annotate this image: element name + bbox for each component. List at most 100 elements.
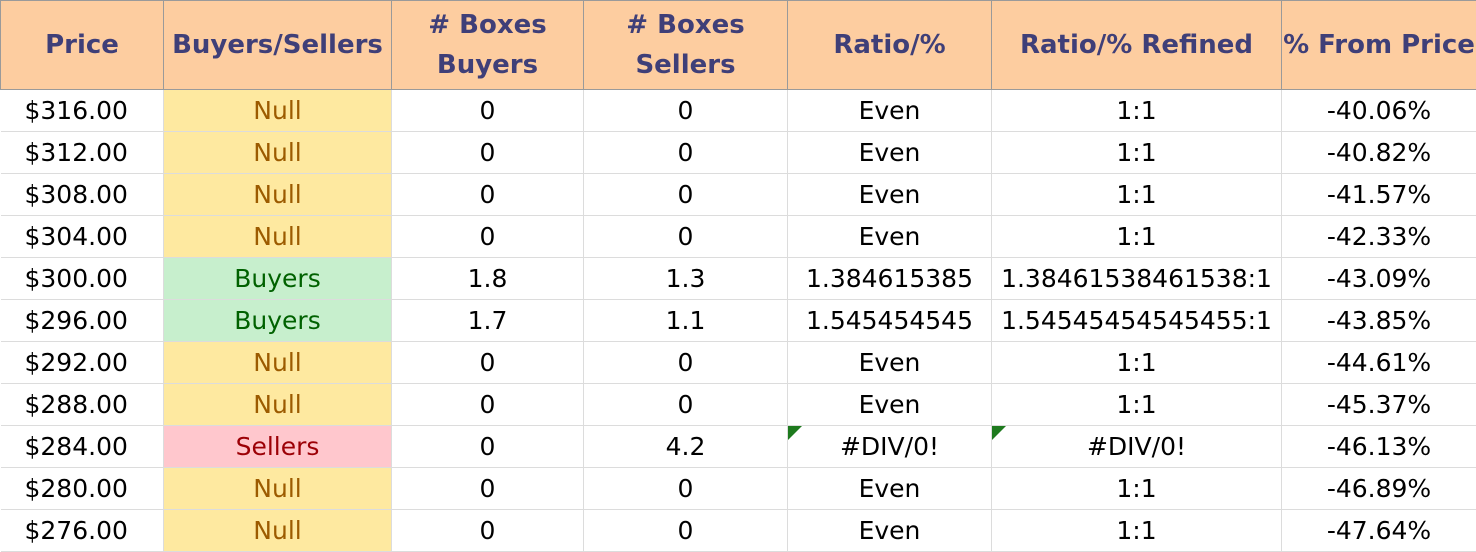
price-cell[interactable]: $292.00 (1, 342, 164, 384)
price-cell[interactable]: $288.00 (1, 384, 164, 426)
boxes-buyers-cell[interactable]: 0 (392, 216, 584, 258)
price-cell-value: $288.00 (25, 390, 128, 419)
status-cell[interactable]: Null (164, 174, 392, 216)
ratio-cell-value: 1.545454545 (806, 306, 973, 335)
boxes-buyers-cell[interactable]: 0 (392, 174, 584, 216)
price-cell[interactable]: $280.00 (1, 468, 164, 510)
price-cell[interactable]: $284.00 (1, 426, 164, 468)
from-price-cell[interactable]: -44.61% (1282, 342, 1476, 384)
status-cell[interactable]: Null (164, 342, 392, 384)
boxes-buyers-cell[interactable]: 0 (392, 342, 584, 384)
ratio-refined-cell[interactable]: 1:1 (992, 510, 1282, 552)
ratio-cell-value: Even (859, 516, 921, 545)
boxes-buyers-cell[interactable]: 1.8 (392, 258, 584, 300)
ratio-cell[interactable]: Even (788, 510, 992, 552)
status-cell[interactable]: Null (164, 90, 392, 132)
boxes-buyers-cell[interactable]: 0 (392, 510, 584, 552)
price-cell-value: $300.00 (25, 264, 128, 293)
boxes-sellers-cell[interactable]: 1.3 (584, 258, 788, 300)
status-cell[interactable]: Null (164, 132, 392, 174)
price-cell[interactable]: $304.00 (1, 216, 164, 258)
ratio-cell[interactable]: Even (788, 132, 992, 174)
header-boxes-sellers[interactable]: # Boxes Sellers (584, 1, 788, 90)
price-cell[interactable]: $276.00 (1, 510, 164, 552)
from-price-cell[interactable]: -40.82% (1282, 132, 1476, 174)
ratio-refined-cell[interactable]: #DIV/0! (992, 426, 1282, 468)
ratio-refined-cell-value: 1.54545454545455:1 (1001, 306, 1272, 335)
from-price-cell[interactable]: -43.85% (1282, 300, 1476, 342)
boxes-buyers-cell[interactable]: 0 (392, 90, 584, 132)
ratio-refined-cell[interactable]: 1:1 (992, 342, 1282, 384)
from-price-cell[interactable]: -47.64% (1282, 510, 1476, 552)
ratio-refined-cell[interactable]: 1:1 (992, 216, 1282, 258)
boxes-sellers-cell[interactable]: 0 (584, 510, 788, 552)
boxes-sellers-cell[interactable]: 0 (584, 216, 788, 258)
boxes-sellers-cell[interactable]: 4.2 (584, 426, 788, 468)
boxes-sellers-cell[interactable]: 0 (584, 90, 788, 132)
from-price-cell[interactable]: -41.57% (1282, 174, 1476, 216)
boxes-buyers-cell[interactable]: 0 (392, 468, 584, 510)
boxes-buyers-cell[interactable]: 1.7 (392, 300, 584, 342)
from-price-cell[interactable]: -43.09% (1282, 258, 1476, 300)
ratio-refined-cell[interactable]: 1:1 (992, 174, 1282, 216)
ratio-cell[interactable]: Even (788, 216, 992, 258)
ratio-cell[interactable]: 1.384615385 (788, 258, 992, 300)
header-buyers-sellers[interactable]: Buyers/Sellers (164, 1, 392, 90)
boxes-buyers-cell-value: 0 (480, 432, 496, 461)
from-price-cell[interactable]: -42.33% (1282, 216, 1476, 258)
from-price-cell[interactable]: -40.06% (1282, 90, 1476, 132)
header-boxes-buyers[interactable]: # Boxes Buyers (392, 1, 584, 90)
price-cell[interactable]: $300.00 (1, 258, 164, 300)
ratio-refined-cell[interactable]: 1:1 (992, 468, 1282, 510)
status-cell[interactable]: Null (164, 510, 392, 552)
price-cell[interactable]: $308.00 (1, 174, 164, 216)
ratio-refined-cell-value: 1.38461538461538:1 (1001, 264, 1272, 293)
from-price-cell[interactable]: -45.37% (1282, 384, 1476, 426)
status-cell[interactable]: Null (164, 384, 392, 426)
price-cell[interactable]: $312.00 (1, 132, 164, 174)
header-ratio-refined[interactable]: Ratio/% Refined (992, 1, 1282, 90)
boxes-sellers-cell[interactable]: 0 (584, 468, 788, 510)
status-cell[interactable]: Buyers (164, 300, 392, 342)
boxes-buyers-cell[interactable]: 0 (392, 426, 584, 468)
ratio-refined-cell-value: 1:1 (1116, 474, 1156, 503)
boxes-buyers-cell[interactable]: 0 (392, 384, 584, 426)
ratio-cell[interactable]: Even (788, 174, 992, 216)
boxes-sellers-cell-value: 0 (678, 348, 694, 377)
ratio-cell[interactable]: Even (788, 384, 992, 426)
ratio-refined-cell[interactable]: 1.54545454545455:1 (992, 300, 1282, 342)
table-row: $288.00Null00Even1:1-45.37% (1, 384, 1476, 426)
ratio-refined-cell[interactable]: 1:1 (992, 132, 1282, 174)
ratio-cell[interactable]: #DIV/0! (788, 426, 992, 468)
boxes-sellers-cell[interactable]: 1.1 (584, 300, 788, 342)
boxes-buyers-cell-value: 0 (480, 516, 496, 545)
ratio-cell[interactable]: Even (788, 468, 992, 510)
ratio-cell[interactable]: Even (788, 342, 992, 384)
boxes-sellers-cell[interactable]: 0 (584, 384, 788, 426)
price-cell[interactable]: $296.00 (1, 300, 164, 342)
status-cell[interactable]: Null (164, 468, 392, 510)
status-cell[interactable]: Buyers (164, 258, 392, 300)
boxes-sellers-cell[interactable]: 0 (584, 342, 788, 384)
table-row: $296.00Buyers1.71.1 1.545454545 1.54545454… (1, 300, 1476, 342)
boxes-buyers-cell-value: 0 (480, 222, 496, 251)
header-from-price[interactable]: % From Price (1282, 1, 1476, 90)
status-cell[interactable]: Sellers (164, 426, 392, 468)
price-cell[interactable]: $316.00 (1, 90, 164, 132)
ratio-refined-cell[interactable]: 1:1 (992, 90, 1282, 132)
table-row: $276.00Null 0 0 Even 1:1-47.64% (1, 510, 1476, 552)
ratio-cell[interactable]: 1.545454545 (788, 300, 992, 342)
boxes-buyers-cell[interactable]: 0 (392, 132, 584, 174)
header-ratio[interactable]: Ratio/% (788, 1, 992, 90)
ratio-refined-cell[interactable]: 1:1 (992, 384, 1282, 426)
boxes-sellers-cell[interactable]: 0 (584, 174, 788, 216)
from-price-cell[interactable]: -46.13% (1282, 426, 1476, 468)
boxes-sellers-cell-value: 0 (678, 390, 694, 419)
ratio-refined-cell[interactable]: 1.38461538461538:1 (992, 258, 1282, 300)
table-row: $308.00Null00Even1:1-41.57% (1, 174, 1476, 216)
from-price-cell[interactable]: -46.89% (1282, 468, 1476, 510)
ratio-cell[interactable]: Even (788, 90, 992, 132)
boxes-sellers-cell[interactable]: 0 (584, 132, 788, 174)
status-cell[interactable]: Null (164, 216, 392, 258)
header-price[interactable]: Price (1, 1, 164, 90)
